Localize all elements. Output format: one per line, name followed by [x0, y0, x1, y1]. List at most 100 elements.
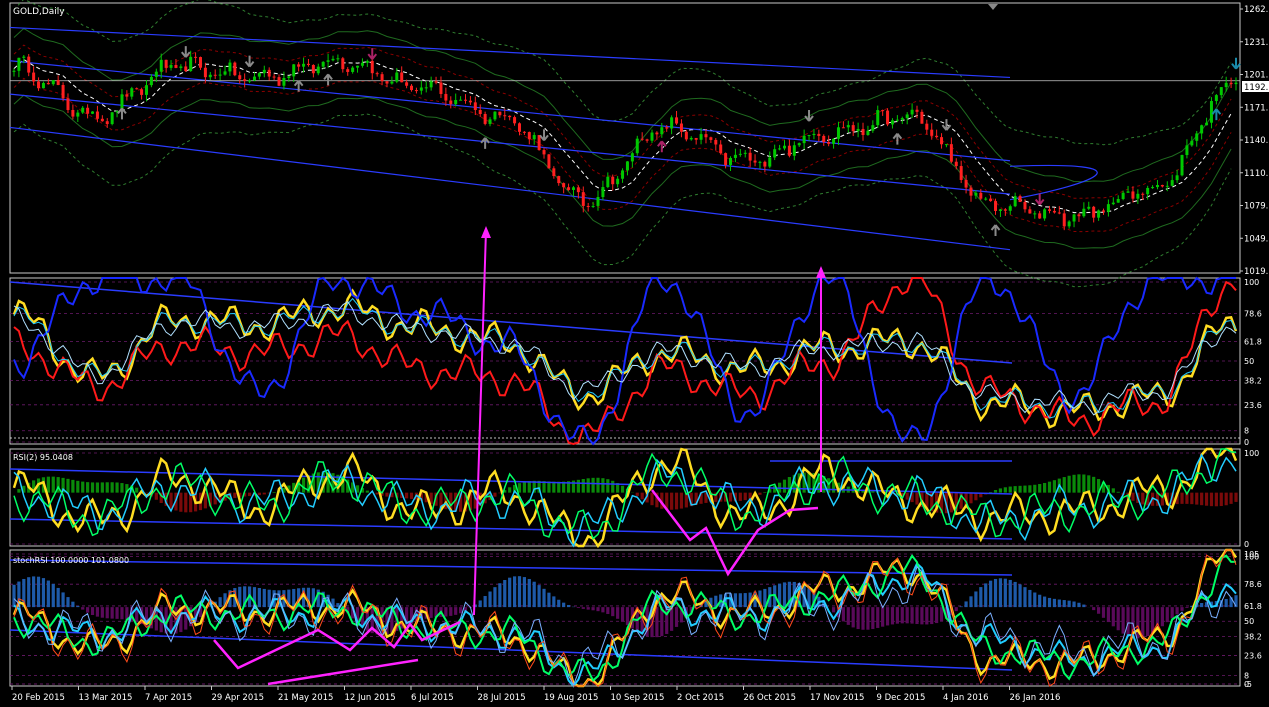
srsi-scale-label: 38.2 [1244, 633, 1262, 642]
srsi-hist-bar [41, 578, 46, 608]
srsi-scale-label: 0 [1244, 680, 1249, 689]
srsi-hist-bar [71, 601, 75, 608]
srsi-hist-bar [871, 607, 875, 630]
rsi-hist-bar [120, 483, 124, 493]
candle-body [1072, 214, 1076, 222]
candle-body [547, 154, 551, 169]
srsi-scale-label: 50 [1244, 617, 1254, 626]
candle-body [429, 81, 433, 88]
stoch-scale-label: 78.6 [1244, 310, 1262, 319]
candle-body [763, 161, 767, 167]
rsi-hist-bar [738, 492, 742, 501]
candle-body [513, 117, 517, 124]
candle-body [792, 145, 796, 156]
candle-body [478, 110, 482, 114]
rsi-hist-bar [1111, 488, 1115, 493]
srsi-hist-bar [1092, 607, 1096, 611]
time-label: 20 Feb 2015 [12, 693, 65, 703]
candle-body [944, 144, 948, 146]
srsi-hist-bar [478, 600, 482, 608]
candle-body [1013, 196, 1017, 207]
candle-body [56, 80, 60, 86]
candle-body [596, 197, 600, 206]
rsi-hist-bar [674, 492, 679, 510]
srsi-hist-bar [444, 607, 448, 617]
candle-body [336, 58, 340, 60]
candle-body [616, 178, 620, 185]
time-label: 4 Jan 2016 [943, 693, 989, 703]
candle-body [360, 62, 364, 66]
candle-body [213, 74, 217, 76]
candle-body [257, 73, 261, 77]
candle-body [488, 119, 492, 124]
rsi-hist-bar [640, 492, 644, 500]
srsi-hist-bar [979, 587, 983, 608]
srsi-hist-bar [895, 607, 899, 624]
srsi-hist-bar [1170, 607, 1174, 619]
candle-body [709, 137, 713, 140]
rsi-hist-bar [203, 492, 207, 509]
srsi-hist-bar [1111, 607, 1115, 627]
rsi-hist-bar [508, 487, 512, 493]
srsi-hist-bar [76, 605, 80, 608]
candle-body [827, 142, 831, 144]
rsi-hist-bar [51, 476, 55, 493]
srsi-hist-bar [1126, 607, 1130, 637]
candle-body [724, 153, 728, 165]
srsi-hist-bar [1146, 607, 1150, 637]
chart-canvas[interactable]: GOLD,Daily RSI(2) 95.0408 stochRSI 100.0… [0, 0, 1269, 707]
srsi-hist-bar [591, 607, 595, 611]
candle-body [719, 144, 723, 154]
candle-body [1209, 101, 1213, 123]
time-label: 17 Nov 2015 [810, 693, 864, 703]
rsi-hist-bar [493, 492, 497, 497]
candle-body [346, 69, 350, 72]
rsi-hist-bar [758, 492, 762, 495]
stoch-scale-label: 0 [1244, 438, 1249, 447]
srsi-hist-bar [606, 607, 610, 615]
time-label: 2 Oct 2015 [677, 693, 724, 703]
time-label: 28 Jul 2015 [478, 693, 526, 703]
candle-body [949, 144, 953, 162]
candle-body [223, 71, 227, 75]
candle-body [1126, 191, 1130, 193]
rsi-hist-bar [1018, 485, 1022, 493]
candle-body [149, 76, 153, 86]
candle-body [576, 187, 580, 193]
candle-body [621, 170, 625, 179]
rsi-hist-bar [385, 492, 389, 497]
srsi-hist-bar [993, 578, 998, 608]
srsi-hist-bar [596, 607, 600, 612]
candle-body [228, 62, 232, 72]
candle-body [527, 132, 531, 140]
candle-body [1062, 213, 1066, 227]
srsi-hist-bar [881, 607, 885, 627]
candle-body [1136, 193, 1140, 199]
candle-body [1023, 202, 1027, 210]
candle-body [439, 82, 443, 94]
candle-body [807, 135, 811, 137]
candle-body [665, 127, 669, 129]
candle-body [979, 192, 983, 199]
srsi-hist-bar [537, 585, 541, 608]
candle-body [508, 115, 512, 118]
srsi-hist-bar [517, 576, 522, 608]
stoch-scale-label: 61.8 [1244, 337, 1262, 346]
candle-body [1097, 210, 1101, 218]
candle-body [920, 111, 924, 124]
candle-body [787, 145, 791, 156]
srsi-hist-bar [488, 591, 492, 608]
rsi-hist-bar [1082, 474, 1086, 493]
candle-body [625, 161, 629, 171]
srsi-hist-bar [581, 607, 585, 609]
stoch-scale-label: 8 [1244, 427, 1249, 436]
rsi-hist-bar [1072, 474, 1076, 493]
rsi-hist-bar [272, 492, 276, 493]
srsi-hist-bar [959, 606, 963, 608]
candle-body [670, 117, 674, 129]
srsi-hist-bar [974, 591, 978, 608]
candle-body [184, 66, 188, 72]
candle-body [998, 209, 1002, 211]
candle-body [218, 74, 222, 76]
main-scale-label: 1262. [1244, 5, 1268, 15]
